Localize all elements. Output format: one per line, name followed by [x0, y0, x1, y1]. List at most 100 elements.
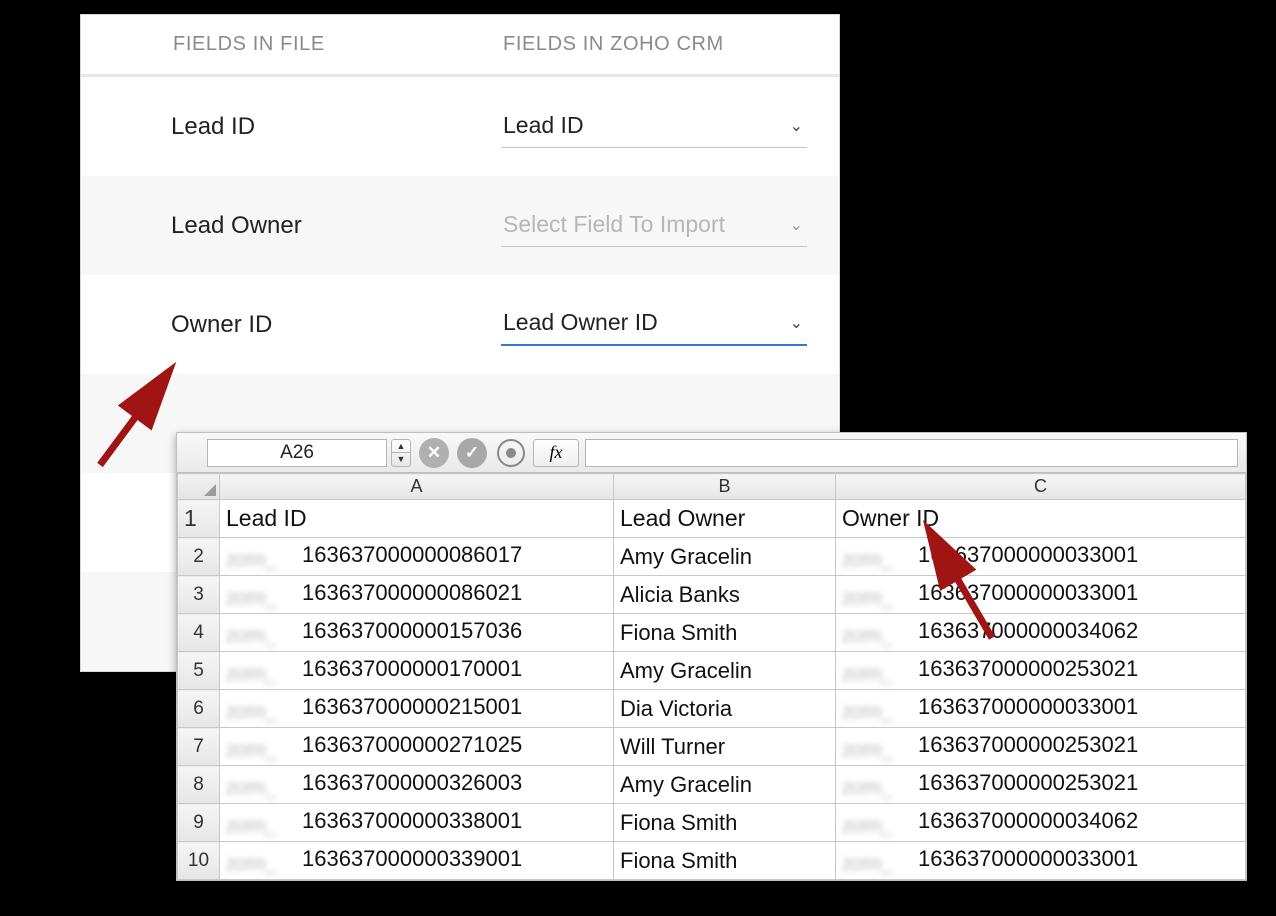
close-icon: ✕: [427, 443, 441, 463]
cell[interactable]: zcrm_163637000000170001: [220, 652, 614, 690]
spreadsheet-grid[interactable]: A B C 1 Lead ID Lead Owner Owner ID 2 zc…: [177, 473, 1246, 880]
table-row: 1 Lead ID Lead Owner Owner ID: [178, 500, 1246, 538]
blurred-prefix: zcrm_: [842, 701, 912, 723]
crm-field-select-lead-id[interactable]: Lead ID ⌄: [501, 106, 807, 148]
mapping-row: Owner ID Lead Owner ID ⌄: [81, 275, 839, 374]
blurred-prefix: zcrm_: [226, 701, 296, 723]
cell[interactable]: Amy Gracelin: [614, 652, 836, 690]
blurred-prefix: zcrm_: [842, 815, 912, 837]
table-row: 7 zcrm_163637000000271025 Will Turner zc…: [178, 728, 1246, 766]
cell[interactable]: zcrm_163637000000215001: [220, 690, 614, 728]
stepper-up-icon[interactable]: ▲: [392, 440, 410, 454]
blurred-prefix: zcrm_: [226, 739, 296, 761]
fx-button[interactable]: fx: [533, 439, 579, 467]
row-header[interactable]: 4: [178, 614, 220, 652]
name-box[interactable]: A26: [207, 439, 387, 467]
file-field-label: Lead Owner: [171, 212, 501, 240]
crm-field-value: Lead ID: [503, 112, 584, 138]
spreadsheet-window: A26 ▲▼ ✕ ✓ fx A B C 1 Lead ID Lead Owner…: [176, 432, 1247, 881]
record-button[interactable]: [497, 439, 525, 467]
cell[interactable]: zcrm_163637000000033001: [836, 538, 1246, 576]
table-row: 3 zcrm_163637000000086021 Alicia Banks z…: [178, 576, 1246, 614]
cell[interactable]: Dia Victoria: [614, 690, 836, 728]
mapping-header: FIELDS IN FILE FIELDS IN ZOHO CRM: [81, 15, 839, 77]
row-header[interactable]: 3: [178, 576, 220, 614]
cell[interactable]: Fiona Smith: [614, 842, 836, 880]
row-header[interactable]: 9: [178, 804, 220, 842]
blurred-prefix: zcrm_: [842, 853, 912, 875]
cell[interactable]: Alicia Banks: [614, 576, 836, 614]
header-fields-in-file: FIELDS IN FILE: [173, 33, 503, 56]
blurred-prefix: zcrm_: [226, 663, 296, 685]
table-row: 4 zcrm_163637000000157036 Fiona Smith zc…: [178, 614, 1246, 652]
table-row: 2 zcrm_163637000000086017 Amy Gracelin z…: [178, 538, 1246, 576]
formula-bar[interactable]: [585, 439, 1238, 467]
table-row: 9 zcrm_163637000000338001 Fiona Smith zc…: [178, 804, 1246, 842]
table-row: 6 zcrm_163637000000215001 Dia Victoria z…: [178, 690, 1246, 728]
check-icon: ✓: [465, 443, 479, 463]
blurred-prefix: zcrm_: [842, 587, 912, 609]
cell[interactable]: zcrm_163637000000253021: [836, 766, 1246, 804]
crm-field-value: Lead Owner ID: [503, 309, 658, 335]
cell[interactable]: Fiona Smith: [614, 804, 836, 842]
row-header[interactable]: 2: [178, 538, 220, 576]
cell[interactable]: zcrm_163637000000339001: [220, 842, 614, 880]
cell[interactable]: zcrm_163637000000033001: [836, 576, 1246, 614]
cell[interactable]: Amy Gracelin: [614, 538, 836, 576]
cell[interactable]: zcrm_163637000000157036: [220, 614, 614, 652]
crm-field-value: Select Field To Import: [503, 211, 725, 237]
file-field-label: Lead ID: [171, 113, 501, 141]
mapping-row: Lead ID Lead ID ⌄: [81, 77, 839, 176]
record-dot-icon: [506, 448, 516, 458]
cell[interactable]: Will Turner: [614, 728, 836, 766]
cell[interactable]: Owner ID: [836, 500, 1246, 538]
crm-field-select-lead-owner[interactable]: Select Field To Import ⌄: [501, 205, 807, 247]
cell[interactable]: zcrm_163637000000086017: [220, 538, 614, 576]
cell[interactable]: Lead ID: [220, 500, 614, 538]
blurred-prefix: zcrm_: [842, 625, 912, 647]
header-fields-in-crm: FIELDS IN ZOHO CRM: [503, 33, 724, 56]
blurred-prefix: zcrm_: [226, 853, 296, 875]
column-header-row: A B C: [178, 474, 1246, 500]
blurred-prefix: zcrm_: [842, 663, 912, 685]
cell[interactable]: zcrm_163637000000034062: [836, 804, 1246, 842]
row-header[interactable]: 8: [178, 766, 220, 804]
chevron-down-icon: ⌄: [790, 116, 803, 136]
spreadsheet-toolbar: A26 ▲▼ ✕ ✓ fx: [177, 433, 1246, 473]
chevron-down-icon: ⌄: [790, 313, 803, 333]
cancel-edit-button[interactable]: ✕: [419, 438, 449, 468]
row-header[interactable]: 6: [178, 690, 220, 728]
column-header[interactable]: B: [614, 474, 836, 500]
blurred-prefix: zcrm_: [226, 587, 296, 609]
cell[interactable]: zcrm_163637000000034062: [836, 614, 1246, 652]
column-header[interactable]: C: [836, 474, 1246, 500]
blurred-prefix: zcrm_: [226, 549, 296, 571]
column-header[interactable]: A: [220, 474, 614, 500]
cell[interactable]: zcrm_163637000000253021: [836, 728, 1246, 766]
cell[interactable]: zcrm_163637000000033001: [836, 842, 1246, 880]
blurred-prefix: zcrm_: [226, 777, 296, 799]
cell[interactable]: zcrm_163637000000271025: [220, 728, 614, 766]
confirm-edit-button[interactable]: ✓: [457, 438, 487, 468]
cell[interactable]: Amy Gracelin: [614, 766, 836, 804]
cell[interactable]: zcrm_163637000000086021: [220, 576, 614, 614]
select-all-corner[interactable]: [178, 474, 220, 500]
blurred-prefix: zcrm_: [842, 777, 912, 799]
cell[interactable]: Lead Owner: [614, 500, 836, 538]
cell[interactable]: zcrm_163637000000253021: [836, 652, 1246, 690]
row-header[interactable]: 1: [178, 500, 220, 538]
cell[interactable]: zcrm_163637000000326003: [220, 766, 614, 804]
stepper-down-icon[interactable]: ▼: [392, 453, 410, 466]
cell[interactable]: Fiona Smith: [614, 614, 836, 652]
row-header[interactable]: 5: [178, 652, 220, 690]
row-header[interactable]: 7: [178, 728, 220, 766]
crm-field-select-owner-id[interactable]: Lead Owner ID ⌄: [501, 303, 807, 346]
row-header[interactable]: 10: [178, 842, 220, 880]
chevron-down-icon: ⌄: [790, 215, 803, 235]
file-field-label: Owner ID: [171, 311, 501, 339]
cell[interactable]: zcrm_163637000000338001: [220, 804, 614, 842]
blurred-prefix: zcrm_: [842, 739, 912, 761]
mapping-row: Lead Owner Select Field To Import ⌄: [81, 176, 839, 275]
name-box-stepper[interactable]: ▲▼: [391, 439, 411, 467]
cell[interactable]: zcrm_163637000000033001: [836, 690, 1246, 728]
